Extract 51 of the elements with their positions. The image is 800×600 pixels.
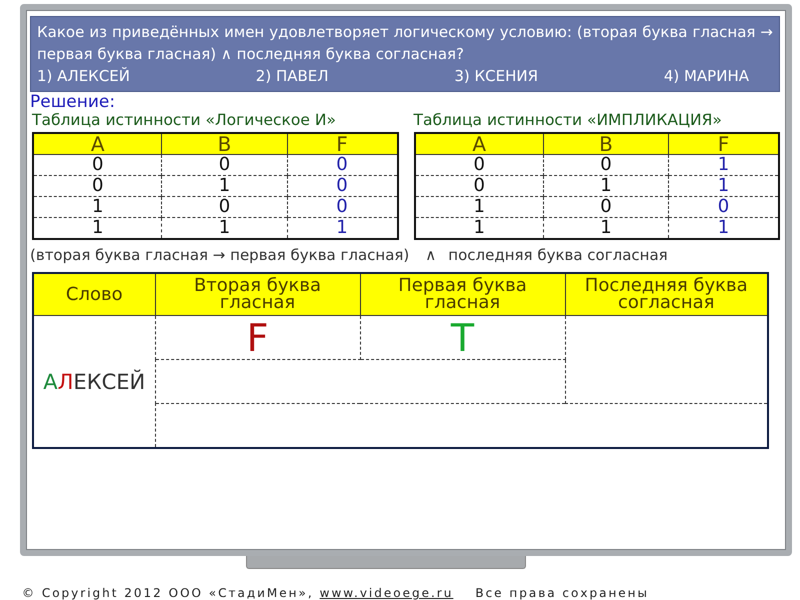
result-value: F bbox=[246, 316, 268, 360]
word-cell: АЛЕКСЕЙ bbox=[33, 316, 155, 448]
column-header: Последняя буква согласная bbox=[565, 273, 768, 316]
condition-text: (вторая буква гласная → первая буква гласная) bbox=[30, 246, 410, 264]
result-value: T bbox=[450, 316, 474, 360]
column-header: B bbox=[543, 133, 668, 154]
table-cell: 1 bbox=[414, 196, 544, 218]
table-title: Таблица истинности «Логическое И» bbox=[32, 111, 337, 129]
answer-option: 2) ПАВЕЛ bbox=[256, 65, 329, 87]
answer-option: 3) КСЕНИЯ bbox=[454, 65, 538, 87]
table-cell: 1 bbox=[33, 196, 162, 218]
table-cell: 0 bbox=[668, 196, 779, 218]
website-link[interactable]: www.videoege.ru bbox=[320, 586, 454, 600]
solution-heading: Решение: bbox=[30, 93, 116, 111]
table-cell: 1 bbox=[162, 218, 287, 239]
table-cell: 0 bbox=[543, 154, 668, 176]
table-cell: 1 bbox=[543, 218, 668, 239]
answer-option: 1) АЛЕКСЕЙ bbox=[37, 65, 130, 87]
column-header: Слово bbox=[33, 273, 155, 316]
table-cell: 0 bbox=[162, 154, 287, 176]
table-cell: 0 bbox=[414, 176, 544, 196]
column-header: F bbox=[287, 133, 398, 154]
column-header: Первая буква гласная bbox=[360, 273, 565, 316]
table-cell: 0 bbox=[287, 176, 398, 196]
column-header: Вторая буква гласная bbox=[155, 273, 360, 316]
table-cell: 0 bbox=[287, 154, 398, 176]
table-cell: 0 bbox=[414, 154, 544, 176]
table-cell: 1 bbox=[162, 176, 287, 196]
table-cell: 0 bbox=[33, 154, 162, 176]
column-header: A bbox=[414, 133, 544, 154]
condition-text: последняя буква согласная bbox=[448, 246, 668, 264]
table-cell: 1 bbox=[543, 176, 668, 196]
table-cell: 1 bbox=[414, 218, 544, 239]
table-cell: 0 bbox=[33, 176, 162, 196]
table-cell: 0 bbox=[162, 196, 287, 218]
column-header: B bbox=[162, 133, 287, 154]
table-cell: 0 bbox=[287, 196, 398, 218]
table-title: Таблица истинности «ИМПЛИКАЦИЯ» bbox=[414, 111, 723, 129]
copyright-text: © Copyright 2012 ООО «СтадиМен», bbox=[22, 586, 314, 600]
table-cell: 1 bbox=[33, 218, 162, 239]
table-cell: 1 bbox=[668, 154, 779, 176]
table-cell: 1 bbox=[287, 218, 398, 239]
table-cell: 1 bbox=[668, 218, 779, 239]
operator-symbol: ∧ bbox=[425, 246, 436, 264]
table-cell: 0 bbox=[543, 196, 668, 218]
question-text: Какое из приведённых имен удовлетворяет логическому условию: (вторая буква гласная → первая буква гласная) ∧ последняя буква согласная? bbox=[37, 22, 773, 65]
answer-option: 4) МАРИНА bbox=[664, 65, 749, 87]
column-header: A bbox=[33, 133, 162, 154]
column-header: F bbox=[668, 133, 779, 154]
rights-text: Все права сохранены bbox=[475, 586, 649, 600]
table-cell: 1 bbox=[668, 176, 779, 196]
